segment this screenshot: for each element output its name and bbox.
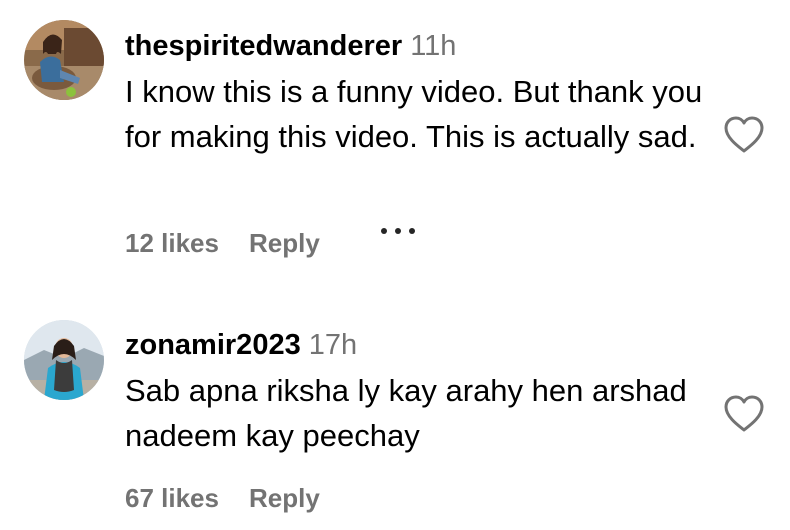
reply-button[interactable]: Reply	[249, 483, 320, 513]
more-dots-icon	[380, 228, 415, 234]
reply-button[interactable]: Reply	[249, 228, 320, 258]
user-avatar[interactable]	[24, 320, 104, 400]
comment-item: zonamir2023 17h Sab apna riksha ly kay ar…	[0, 300, 790, 530]
comment-header: zonamir2023 17h	[125, 327, 357, 363]
comment-actions: 67 likes Reply	[125, 482, 320, 514]
user-avatar[interactable]	[24, 20, 104, 100]
comment-actions: 12 likes Reply	[125, 227, 418, 259]
avatar-photo-icon	[24, 20, 104, 100]
heart-outline-icon	[724, 395, 764, 432]
username-link[interactable]: thespiritedwanderer	[125, 30, 402, 62]
comment-timestamp: 17h	[308, 329, 358, 361]
more-options-button[interactable]	[378, 223, 418, 239]
username-link[interactable]: zonamir2023	[125, 329, 301, 361]
avatar-photo-icon	[24, 320, 104, 400]
comment-item: thespiritedwanderer 11h I know this is a …	[0, 0, 790, 280]
heart-outline-icon	[724, 116, 764, 153]
comment-text: I know this is a funny video. But thank …	[125, 74, 703, 154]
comment-text: Sab apna riksha ly kay arahy hen arshad …	[125, 373, 687, 453]
like-button[interactable]	[722, 115, 766, 155]
comment-timestamp: 11h	[410, 30, 457, 62]
likes-count-button[interactable]: 12 likes	[125, 228, 219, 258]
likes-count-button[interactable]: 67 likes	[125, 483, 219, 513]
comment-header: thespiritedwanderer 11h	[125, 28, 456, 64]
like-button[interactable]	[722, 394, 766, 434]
